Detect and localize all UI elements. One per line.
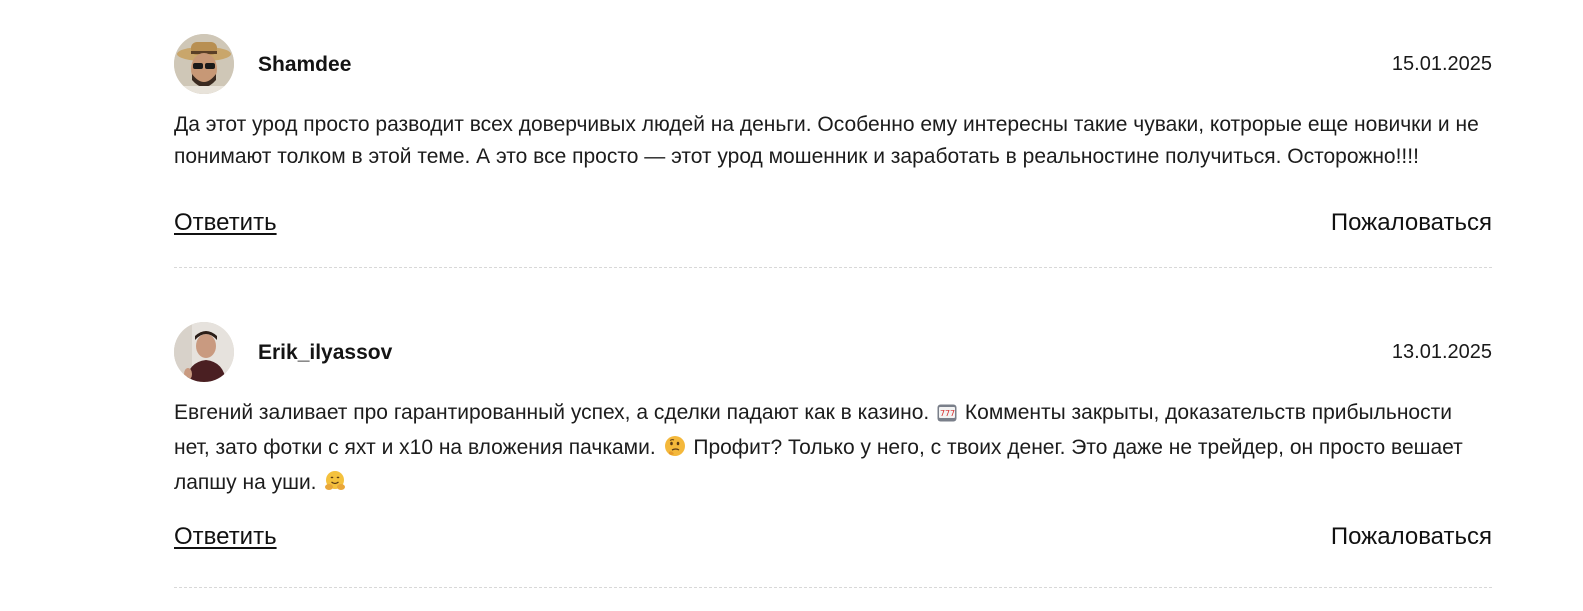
reply-link[interactable]: Ответить	[174, 209, 277, 237]
comment-item: Erik_ilyassov 13.01.2025 Евгений заливае…	[174, 318, 1492, 588]
thinking-face-icon	[664, 435, 686, 467]
hugging-face-icon	[324, 470, 346, 502]
avatar[interactable]	[174, 34, 234, 94]
report-link[interactable]: Пожаловаться	[1331, 209, 1492, 237]
comment-date: 15.01.2025	[1391, 53, 1492, 75]
comment-date: 13.01.2025	[1391, 341, 1492, 363]
comment-item: Shamdee 15.01.2025 Да этот урод просто р…	[174, 30, 1492, 269]
report-link[interactable]: Пожаловаться	[1331, 523, 1492, 551]
svg-text:7: 7	[950, 409, 955, 418]
username[interactable]: Erik_ilyassov	[258, 341, 392, 365]
comment-text: Да этот урод просто разводит всех доверч…	[174, 113, 1479, 168]
divider	[174, 267, 1492, 268]
comment-text-part: Евгений заливает про гарантированный усп…	[174, 401, 930, 424]
slot-machine-icon: 7 7 7	[937, 400, 957, 432]
avatar[interactable]	[174, 322, 234, 382]
reply-link[interactable]: Ответить	[174, 523, 277, 551]
divider	[174, 587, 1492, 588]
username[interactable]: Shamdee	[258, 53, 351, 77]
comment-text: Евгений заливает про гарантированный усп…	[174, 397, 1492, 502]
